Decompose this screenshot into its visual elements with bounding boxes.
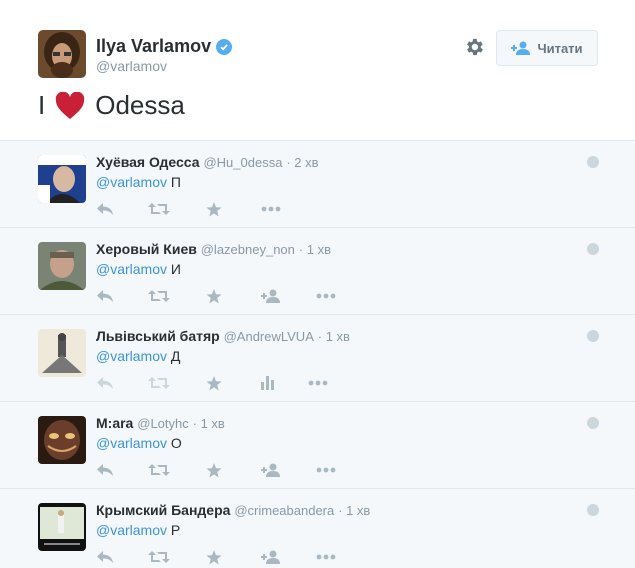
reply-handle[interactable]: @Lotyhc xyxy=(137,416,189,431)
reply-name[interactable]: M:ara xyxy=(96,415,133,431)
reply-text-content: О xyxy=(170,435,182,451)
reply-handle[interactable]: @Hu_0dessa xyxy=(203,155,282,170)
reply-name[interactable]: Хуёвая Одесса xyxy=(96,154,200,170)
avatar[interactable] xyxy=(38,416,86,464)
avatar[interactable] xyxy=(38,30,86,78)
reply-handle[interactable]: @lazebney_non xyxy=(201,242,295,257)
mention-link[interactable]: @varlamov xyxy=(96,435,167,451)
more-icon[interactable] xyxy=(316,462,336,478)
avatar[interactable] xyxy=(38,155,86,203)
reply-name[interactable]: Львівський батяр xyxy=(96,328,220,344)
favorite-icon[interactable] xyxy=(206,288,222,304)
mention-link[interactable]: @varlamov xyxy=(96,348,167,364)
reply-text-content: Р xyxy=(170,522,181,538)
retweet-icon[interactable] xyxy=(148,201,170,217)
reply-time[interactable]: · 1 хв xyxy=(338,503,370,518)
reply-time[interactable]: · 1 хв xyxy=(318,329,350,344)
more-icon[interactable] xyxy=(316,549,336,565)
reply-text: @varlamov И xyxy=(96,261,181,277)
reply-item[interactable]: Крымский Бандера @crimeabandera · 1 хв @… xyxy=(0,489,635,568)
tweet-text-end: Odessa xyxy=(95,90,185,120)
follow-button[interactable]: Читати xyxy=(496,30,598,66)
follow-icon xyxy=(511,41,531,55)
main-tweet: Ilya Varlamov @varlamov Читати I Odessa xyxy=(0,0,635,140)
reply-text: @varlamov О xyxy=(96,435,182,451)
favorite-icon[interactable] xyxy=(206,201,222,217)
follow-icon[interactable] xyxy=(261,288,281,304)
more-icon[interactable] xyxy=(308,375,328,391)
reply-text: @varlamov Р xyxy=(96,522,180,538)
reply-time[interactable]: · 1 хв xyxy=(299,242,331,257)
reply-header: Львівський батяр @AndrewLVUA · 1 хв xyxy=(96,328,350,344)
user-name-text[interactable]: Ilya Varlamov xyxy=(96,36,211,57)
favorite-icon[interactable] xyxy=(206,375,222,391)
reply-icon[interactable] xyxy=(96,549,114,565)
reply-time[interactable]: · 2 хв xyxy=(286,155,318,170)
reply-text: @varlamov П xyxy=(96,174,181,190)
reply-header: Хуёвая Одесса @Hu_0dessa · 2 хв xyxy=(96,154,319,170)
globe-icon xyxy=(587,243,599,255)
follow-icon[interactable] xyxy=(261,462,281,478)
avatar[interactable] xyxy=(38,503,86,551)
reply-item[interactable]: Хуёвая Одесса @Hu_0dessa · 2 хв @varlamo… xyxy=(0,141,635,228)
more-icon[interactable] xyxy=(261,201,281,217)
follow-icon[interactable] xyxy=(261,549,281,565)
reply-handle[interactable]: @crimeabandera xyxy=(234,503,334,518)
reply-text-content: И xyxy=(170,261,181,277)
verified-badge-icon xyxy=(216,38,233,55)
reply-name[interactable]: Крымский Бандера xyxy=(96,502,230,518)
analytics-icon[interactable] xyxy=(261,375,275,391)
reply-text-content: Д xyxy=(170,348,181,364)
retweet-icon[interactable] xyxy=(148,375,170,391)
heart-icon xyxy=(56,91,85,119)
mention-link[interactable]: @varlamov xyxy=(96,522,167,538)
reply-text: @varlamov Д xyxy=(96,348,180,364)
retweet-icon[interactable] xyxy=(148,462,170,478)
follow-label: Читати xyxy=(537,40,583,56)
avatar[interactable] xyxy=(38,329,86,377)
user-name[interactable]: Ilya Varlamov xyxy=(96,36,233,57)
globe-icon xyxy=(587,330,599,342)
mention-link[interactable]: @varlamov xyxy=(96,261,167,277)
reply-icon[interactable] xyxy=(96,375,114,391)
reply-icon[interactable] xyxy=(96,462,114,478)
globe-icon xyxy=(587,417,599,429)
reply-header: Крымский Бандера @crimeabandera · 1 хв xyxy=(96,502,370,518)
favorite-icon[interactable] xyxy=(206,462,222,478)
mention-link[interactable]: @varlamov xyxy=(96,174,167,190)
reply-item[interactable]: Львівський батяр @AndrewLVUA · 1 хв @var… xyxy=(0,315,635,402)
reply-header: M:ara @Lotyhc · 1 хв xyxy=(96,415,225,431)
reply-icon[interactable] xyxy=(96,288,114,304)
tweet-text: I Odessa xyxy=(38,90,185,121)
reply-name[interactable]: Херовый Киев xyxy=(96,241,197,257)
retweet-icon[interactable] xyxy=(148,288,170,304)
favorite-icon[interactable] xyxy=(206,549,222,565)
reply-icon[interactable] xyxy=(96,201,114,217)
gear-icon[interactable] xyxy=(463,36,485,58)
more-icon[interactable] xyxy=(316,288,336,304)
reply-item[interactable]: M:ara @Lotyhc · 1 хв @varlamov О xyxy=(0,402,635,489)
reply-time[interactable]: · 1 хв xyxy=(193,416,225,431)
reply-text-content: П xyxy=(170,174,181,190)
user-handle[interactable]: @varlamov xyxy=(96,58,167,74)
retweet-icon[interactable] xyxy=(148,549,170,565)
reply-item[interactable]: Херовый Киев @lazebney_non · 1 хв @varla… xyxy=(0,228,635,315)
tweet-text-start: I xyxy=(38,90,46,120)
reply-handle[interactable]: @AndrewLVUA xyxy=(224,329,314,344)
reply-header: Херовый Киев @lazebney_non · 1 хв xyxy=(96,241,331,257)
globe-icon xyxy=(587,504,599,516)
globe-icon xyxy=(587,156,599,168)
replies-list: Хуёвая Одесса @Hu_0dessa · 2 хв @varlamo… xyxy=(0,140,635,568)
avatar[interactable] xyxy=(38,242,86,290)
